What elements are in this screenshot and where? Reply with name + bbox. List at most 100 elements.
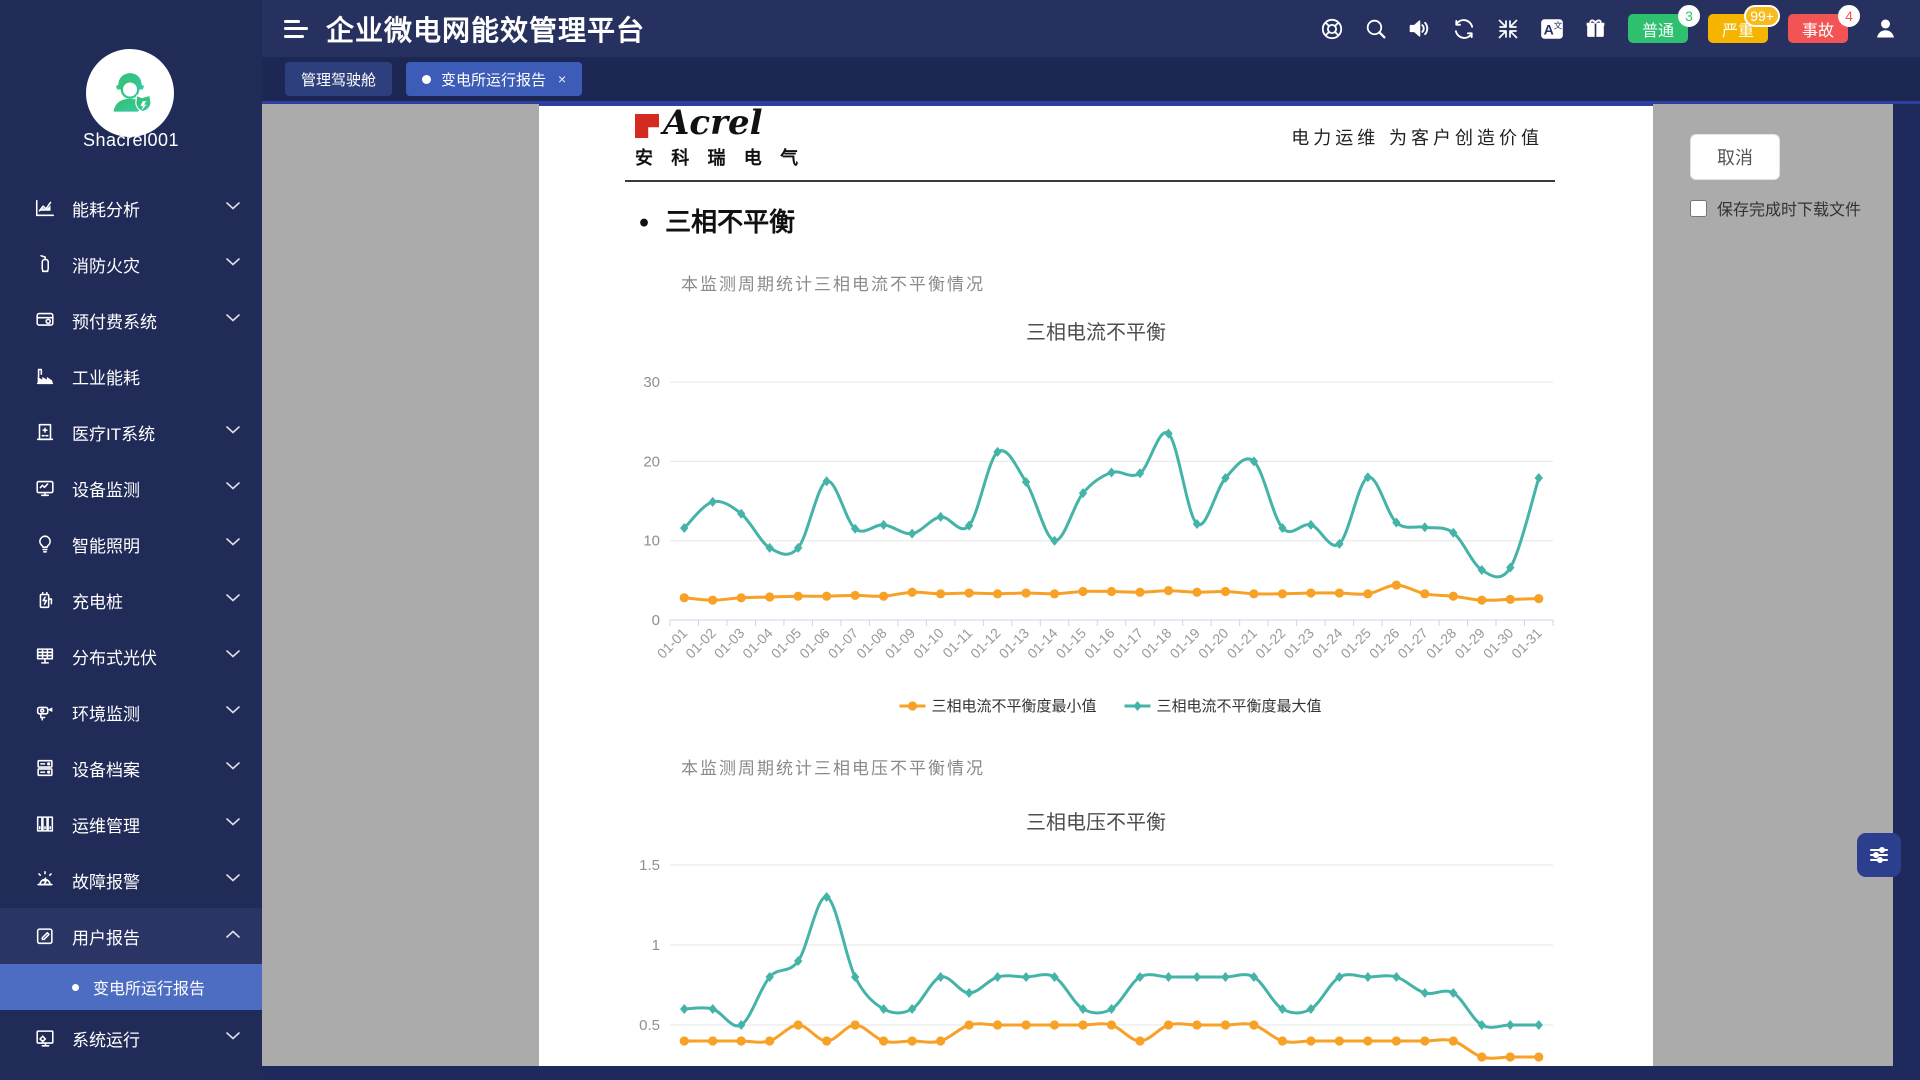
brand-block: Acrel 安 科 瑞 电 气 — [635, 106, 804, 170]
alarm-label: 事故 — [1802, 17, 1834, 41]
svg-text:01-27: 01-27 — [1394, 625, 1431, 662]
sidebar-item-label: 预付费系统 — [72, 308, 226, 333]
sidebar-item-7[interactable]: 智能照明 — [0, 516, 262, 572]
chevron-down-icon — [226, 478, 240, 498]
tab-close-icon[interactable]: × — [558, 71, 566, 87]
sidebar-item-2[interactable]: 消防火灾 — [0, 236, 262, 292]
svg-text:三相电流不平衡度最小值: 三相电流不平衡度最小值 — [932, 698, 1097, 715]
chevron-down-icon — [226, 702, 240, 722]
brand-slogan: 电力运维 为客户创造价值 — [1291, 124, 1543, 150]
sliders-icon — [1867, 843, 1891, 867]
menu-toggle-icon[interactable] — [284, 20, 308, 38]
download-checkbox-label[interactable]: 保存完成时下载文件 — [1717, 196, 1861, 220]
solar-pv-icon — [34, 645, 56, 667]
svg-text:01-02: 01-02 — [682, 625, 719, 662]
svg-text:01-22: 01-22 — [1252, 625, 1289, 662]
alarm-count-badge: 4 — [1838, 5, 1860, 27]
avatar[interactable] — [86, 49, 174, 137]
sidebar-item-10[interactable]: 环境监测 — [0, 684, 262, 740]
chevron-down-icon — [226, 1028, 240, 1048]
sidebar-item-label: 环境监测 — [72, 700, 226, 725]
ops-manage-icon — [34, 813, 56, 835]
chevron-down-icon — [226, 254, 240, 274]
user-report-icon — [34, 925, 56, 947]
svg-text:01-13: 01-13 — [996, 625, 1033, 662]
sidebar-item-1[interactable]: 能耗分析 — [0, 180, 262, 236]
acrel-logo-mark-icon — [635, 114, 659, 138]
alarm-count-badge: 3 — [1678, 5, 1700, 27]
sidebar-item-14[interactable]: 用户报告 — [0, 908, 262, 964]
sidebar-item-label: 工业能耗 — [72, 364, 240, 389]
svg-text:01-15: 01-15 — [1053, 625, 1090, 662]
translate-icon[interactable]: A文 — [1537, 14, 1567, 44]
app-title: 企业微电网能效管理平台 — [326, 9, 645, 49]
sound-icon[interactable] — [1405, 14, 1435, 44]
sidebar-item-label: 消防火灾 — [72, 252, 226, 277]
bottom-gutter — [262, 1066, 1920, 1080]
chevron-down-icon — [226, 422, 240, 442]
system-run-icon — [34, 1027, 56, 1049]
tab-1[interactable]: 管理驾驶舱 — [285, 62, 392, 96]
sidebar-item-label: 设备档案 — [72, 756, 226, 781]
svg-text:01-28: 01-28 — [1423, 625, 1460, 662]
sidebar-item-label: 智能照明 — [72, 532, 226, 557]
sidebar-item-label: 分布式光伏 — [72, 644, 226, 669]
svg-text:01-29: 01-29 — [1451, 625, 1488, 662]
alarm-button-1[interactable]: 普通3 — [1628, 14, 1688, 43]
svg-text:三相电流不平衡度最大值: 三相电流不平衡度最大值 — [1157, 698, 1322, 715]
svg-text:01-31: 01-31 — [1508, 625, 1545, 662]
energy-analysis-icon — [34, 197, 56, 219]
svg-text:01-20: 01-20 — [1195, 625, 1232, 662]
sidebar-item-3[interactable]: 预付费系统 — [0, 292, 262, 348]
svg-text:01-09: 01-09 — [882, 625, 919, 662]
chevron-down-icon — [226, 198, 240, 218]
svg-text:01-10: 01-10 — [910, 625, 947, 662]
fire-safety-icon — [34, 253, 56, 275]
refresh-icon[interactable] — [1449, 14, 1479, 44]
download-checkbox[interactable] — [1690, 200, 1707, 217]
section-bullet: • — [637, 211, 651, 237]
tab-label: 管理驾驶舱 — [301, 69, 376, 90]
alarm-count-badge: 99+ — [1744, 5, 1780, 27]
sidebar-item-13[interactable]: 故障报警 — [0, 852, 262, 908]
sidebar-item-15[interactable]: 系统运行 — [0, 1010, 262, 1066]
svg-text:01-26: 01-26 — [1366, 625, 1403, 662]
cancel-button[interactable]: 取消 — [1690, 134, 1780, 180]
username: Shacrel001 — [0, 130, 262, 151]
alarm-button-3[interactable]: 事故4 — [1788, 14, 1848, 43]
acrel-logo-subtext: 安 科 瑞 电 气 — [635, 144, 804, 170]
gift-icon[interactable] — [1581, 14, 1611, 44]
svg-text:文: 文 — [1554, 19, 1563, 30]
support-icon[interactable] — [1317, 14, 1347, 44]
sidebar-item-8[interactable]: 充电桩 — [0, 572, 262, 628]
sidebar-item-label: 用户报告 — [72, 924, 226, 949]
sidebar-item-12[interactable]: 运维管理 — [0, 796, 262, 852]
ev-charger-icon — [34, 589, 56, 611]
compress-icon[interactable] — [1493, 14, 1523, 44]
report-settings-fab[interactable] — [1857, 833, 1901, 877]
search-icon[interactable] — [1361, 14, 1391, 44]
svg-text:20: 20 — [643, 453, 660, 470]
sidebar-item-label: 系统运行 — [72, 1026, 226, 1051]
sidebar: Shacrel001 能耗分析消防火灾预付费系统工业能耗医疗IT系统设备监测智能… — [0, 0, 262, 1080]
svg-text:0.5: 0.5 — [639, 1017, 660, 1034]
header-rule — [625, 180, 1555, 182]
sidebar-nav: 能耗分析消防火灾预付费系统工业能耗医疗IT系统设备监测智能照明充电桩分布式光伏环… — [0, 180, 262, 1066]
sidebar-item-label: 能耗分析 — [72, 196, 226, 221]
tab-2[interactable]: 变电所运行报告× — [406, 62, 582, 96]
voltage-chart-title: 三相电压不平衡 — [539, 806, 1653, 835]
sidebar-subitem[interactable]: 变电所运行报告 — [0, 964, 262, 1010]
user-icon[interactable] — [1870, 14, 1900, 44]
sidebar-item-9[interactable]: 分布式光伏 — [0, 628, 262, 684]
sidebar-item-5[interactable]: 医疗IT系统 — [0, 404, 262, 460]
sidebar-item-4[interactable]: 工业能耗 — [0, 348, 262, 404]
sidebar-item-6[interactable]: 设备监测 — [0, 460, 262, 516]
alarm-button-2[interactable]: 严重99+ — [1708, 14, 1768, 43]
prepaid-system-icon — [34, 309, 56, 331]
svg-text:01-12: 01-12 — [967, 625, 1004, 662]
chevron-down-icon — [226, 814, 240, 834]
sidebar-item-11[interactable]: 设备档案 — [0, 740, 262, 796]
svg-text:0: 0 — [652, 612, 660, 629]
chevron-down-icon — [226, 534, 240, 554]
svg-text:01-30: 01-30 — [1480, 625, 1517, 662]
